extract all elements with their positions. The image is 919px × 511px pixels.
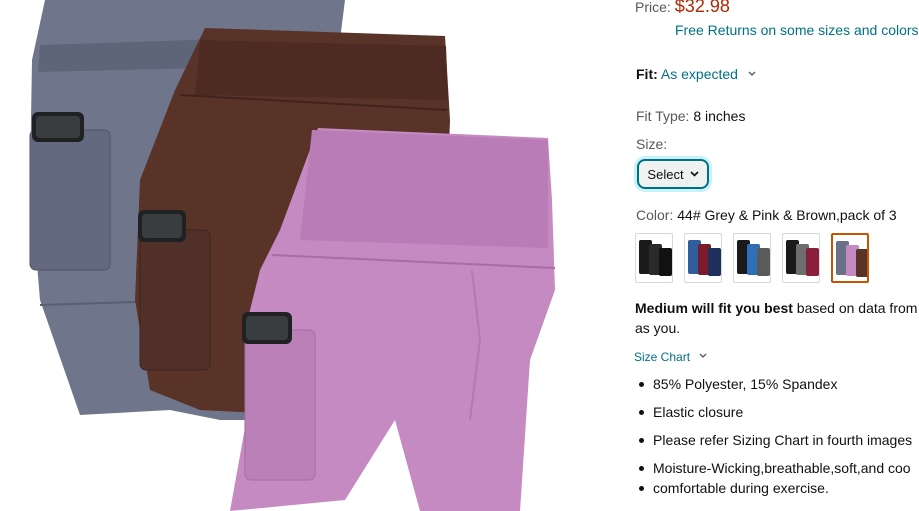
chevron-down-icon (699, 348, 707, 362)
color-swatch[interactable] (782, 233, 820, 283)
chevron-down-icon (748, 64, 756, 80)
product-image[interactable] (0, 0, 605, 511)
price-row: Price: $32.98 (635, 0, 730, 17)
fit-recommendation-line2: as you. (635, 320, 681, 336)
free-returns-link[interactable]: Free Returns on some sizes and colors (675, 22, 919, 38)
fit-recommendation-bold: Medium will fit you best (635, 300, 793, 316)
price-value: $32.98 (674, 0, 730, 16)
list-item: comfortable during exercise. (635, 478, 919, 498)
fit-label: Fit: (636, 66, 658, 82)
size-chart-label: Size Chart (634, 350, 691, 364)
size-chart-link[interactable]: Size Chart (634, 348, 707, 364)
color-swatch[interactable] (831, 233, 869, 283)
feature-bullets: 85% Polyester, 15% Spandex Elastic closu… (635, 374, 919, 506)
swatch-thumbnail (786, 240, 819, 276)
list-item: Please refer Sizing Chart in fourth imag… (635, 430, 919, 450)
fit-recommendation-text: based on data from (792, 300, 918, 316)
fit-type-row: Fit Type: 8 inches (636, 108, 745, 124)
fit-type-label: Fit Type: (636, 108, 690, 124)
size-select-label: Select (647, 166, 684, 182)
size-select-button[interactable]: Select (637, 159, 709, 189)
swatch-thumbnail (836, 241, 867, 277)
size-label: Size: (636, 136, 668, 152)
swatch-thumbnail (688, 240, 721, 276)
swatch-thumbnail (639, 240, 672, 276)
fit-dropdown[interactable]: Fit: As expected (636, 64, 756, 82)
product-photo-illustration (29, 0, 556, 511)
fit-value: As expected (660, 66, 738, 82)
product-details-panel: Price: $32.98 Free Returns on some sizes … (605, 0, 919, 511)
color-value: 44# Grey & Pink & Brown,pack of 3 (677, 207, 897, 223)
fit-type-value: 8 inches (693, 108, 746, 124)
chevron-down-icon (689, 171, 699, 177)
color-row: Color: 44# Grey & Pink & Brown,pack of 3 (636, 207, 897, 223)
list-item: 85% Polyester, 15% Spandex (635, 374, 919, 394)
list-item: Moisture-Wicking,breathable,soft,and coo (635, 458, 919, 478)
color-swatch[interactable] (684, 233, 722, 283)
list-item: Elastic closure (635, 402, 919, 422)
fit-recommendation: Medium will fit you best based on data f… (635, 298, 919, 338)
swatch-thumbnail (737, 240, 770, 276)
color-swatch[interactable] (733, 233, 771, 283)
price-label: Price: (635, 0, 671, 15)
color-swatch[interactable] (635, 233, 673, 283)
color-label: Color: (636, 207, 674, 223)
